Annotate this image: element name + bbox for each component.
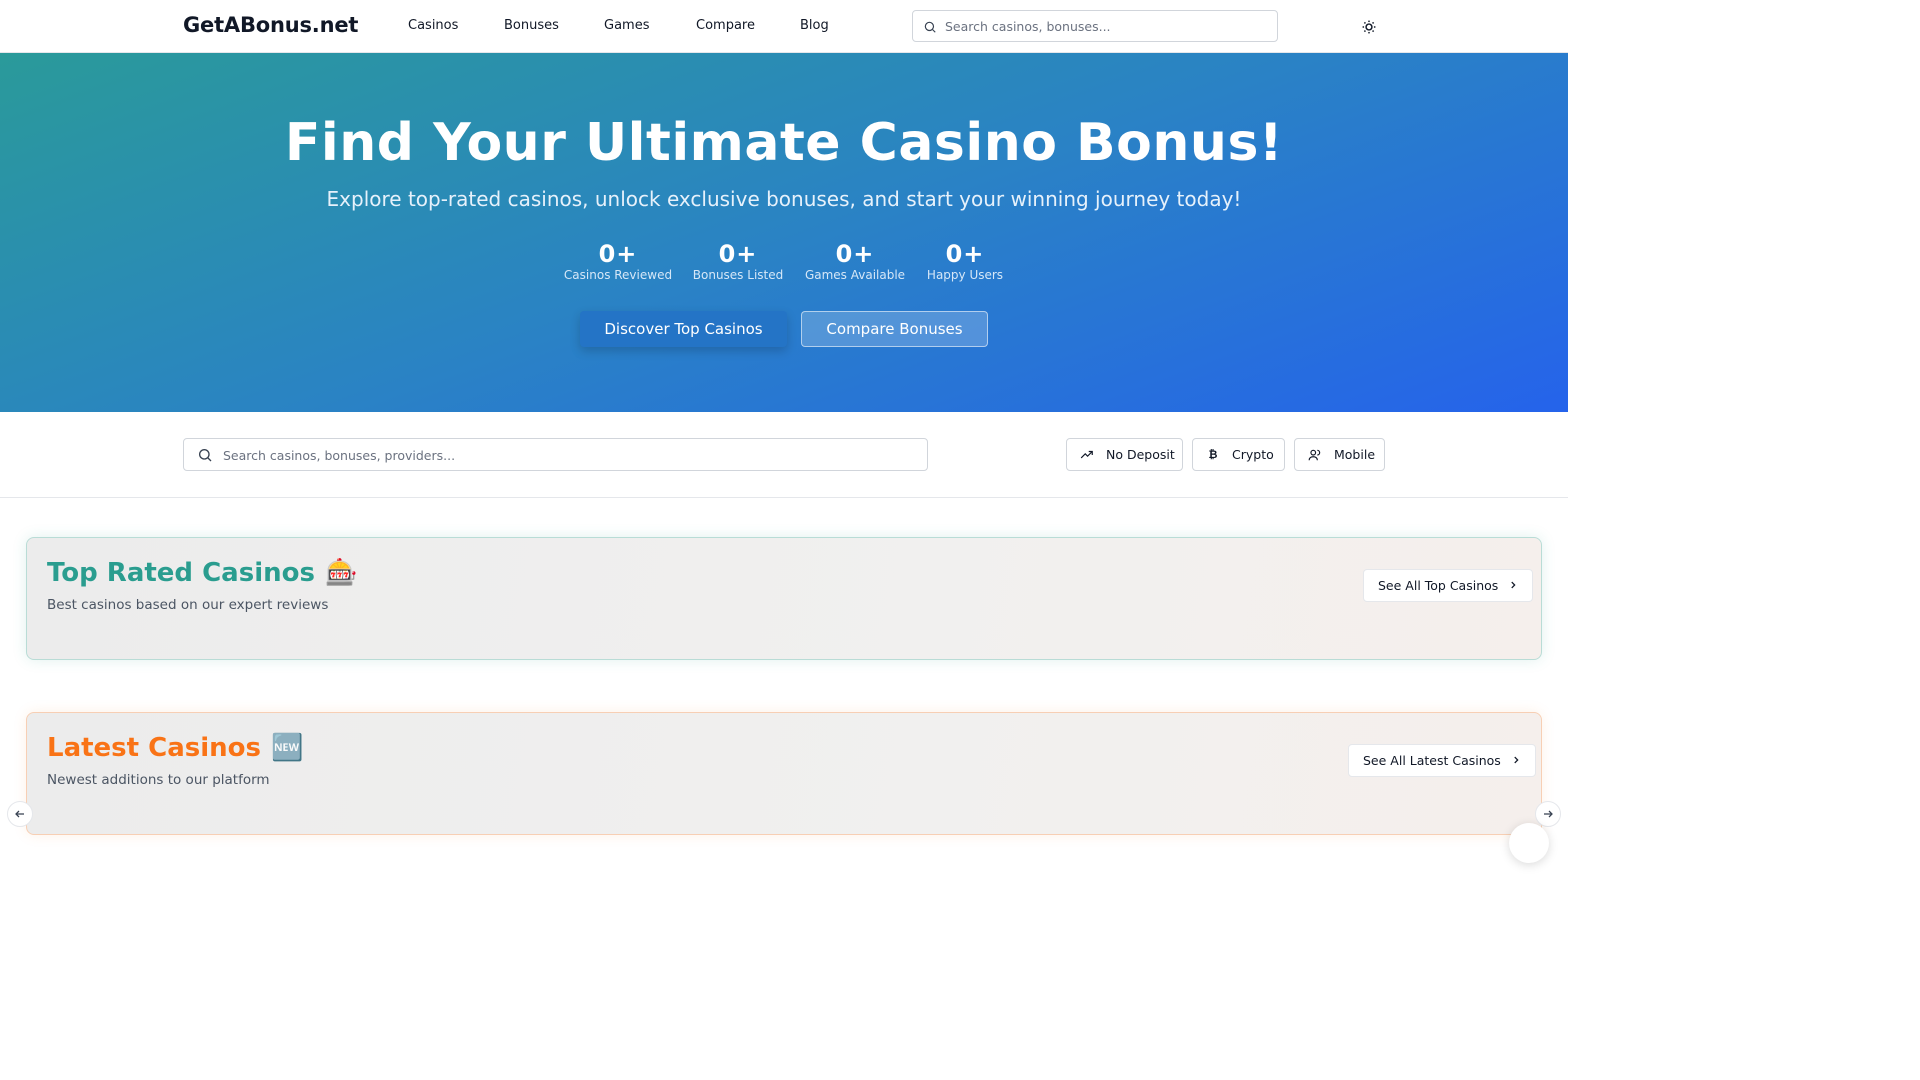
latest-casinos-section: Latest Casinos 🆕 Newest additions to our… <box>26 712 1542 835</box>
bitcoin-icon: ₿ <box>1208 448 1218 461</box>
header-search-input[interactable] <box>945 16 1265 36</box>
arrow-left-icon <box>14 805 26 824</box>
carousel-next-button[interactable] <box>1535 801 1561 827</box>
hero-section: Find Your Ultimate Casino Bonus! Explore… <box>0 53 1568 412</box>
stat-bonuses-listed: 0+ Bonuses Listed <box>684 240 792 282</box>
search-icon <box>923 19 937 38</box>
site-header: GetABonus.net Casinos Bonuses Games Comp… <box>0 0 1568 53</box>
site-logo[interactable]: GetABonus.net <box>183 13 358 37</box>
trending-up-icon <box>1080 448 1094 462</box>
section-title-text: Latest Casinos <box>47 733 261 763</box>
filter-chip-mobile[interactable]: Mobile <box>1294 438 1385 471</box>
discover-top-casinos-button[interactable]: Discover Top Casinos <box>580 311 787 347</box>
section-subtitle: Best casinos based on our expert reviews <box>47 597 329 613</box>
stat-casinos-reviewed: 0+ Casinos Reviewed <box>558 240 678 282</box>
section-title: Latest Casinos 🆕 <box>47 733 303 763</box>
filter-chip-no-deposit[interactable]: No Deposit <box>1066 438 1183 471</box>
filter-chip-crypto[interactable]: ₿ Crypto <box>1192 438 1285 471</box>
new-badge-icon: 🆕 <box>271 733 304 763</box>
arrow-right-icon <box>1542 805 1554 824</box>
stat-label: Casinos Reviewed <box>563 268 673 282</box>
compare-bonuses-button[interactable]: Compare Bonuses <box>801 311 988 347</box>
hero-title: Find Your Ultimate Casino Bonus! <box>284 113 1284 173</box>
section-subtitle: Newest additions to our platform <box>47 772 270 788</box>
chip-label: Crypto <box>1232 447 1274 462</box>
button-label: See All Latest Casinos <box>1363 753 1501 768</box>
stat-value: 0+ <box>718 240 758 268</box>
main-search <box>183 438 928 471</box>
stat-happy-users: 0+ Happy Users <box>918 240 1012 282</box>
stat-label: Happy Users <box>926 268 1004 282</box>
filter-bar: No Deposit ₿ Crypto Mobile <box>0 412 1568 498</box>
header-search <box>912 10 1278 42</box>
nav-link-bonuses[interactable]: Bonuses <box>504 18 559 33</box>
carousel-prev-button[interactable] <box>7 801 33 827</box>
floating-action-button[interactable] <box>1509 823 1549 863</box>
stat-value: 0+ <box>835 240 875 268</box>
sun-icon <box>1358 20 1380 42</box>
stat-value: 0+ <box>598 240 638 268</box>
chip-label: No Deposit <box>1106 447 1175 462</box>
chevron-right-icon <box>1511 753 1521 768</box>
slot-machine-icon: 🎰 <box>324 558 358 588</box>
nav-link-compare[interactable]: Compare <box>696 18 755 33</box>
main-search-input[interactable] <box>223 445 913 465</box>
search-icon <box>197 447 213 467</box>
button-label: See All Top Casinos <box>1378 578 1499 593</box>
see-all-latest-casinos-button[interactable]: See All Latest Casinos <box>1348 744 1536 777</box>
nav-link-games[interactable]: Games <box>604 18 649 33</box>
theme-toggle-button[interactable] <box>1358 16 1380 38</box>
stat-label: Bonuses Listed <box>692 268 784 282</box>
stat-label: Games Available <box>804 268 906 282</box>
section-title-text: Top Rated Casinos <box>47 558 315 588</box>
users-icon <box>1308 448 1322 462</box>
nav-link-casinos[interactable]: Casinos <box>408 18 458 33</box>
stat-value: 0+ <box>945 240 985 268</box>
chip-label: Mobile <box>1334 447 1376 462</box>
see-all-top-casinos-button[interactable]: See All Top Casinos <box>1363 569 1534 602</box>
nav-link-blog[interactable]: Blog <box>800 18 829 33</box>
section-title: Top Rated Casinos 🎰 <box>47 558 357 588</box>
chevron-right-icon <box>1508 578 1518 593</box>
stat-games-available: 0+ Games Available <box>800 240 910 282</box>
hero-subtitle: Explore top-rated casinos, unlock exclus… <box>326 187 1242 211</box>
top-rated-casinos-section: Top Rated Casinos 🎰 Best casinos based o… <box>26 537 1542 660</box>
